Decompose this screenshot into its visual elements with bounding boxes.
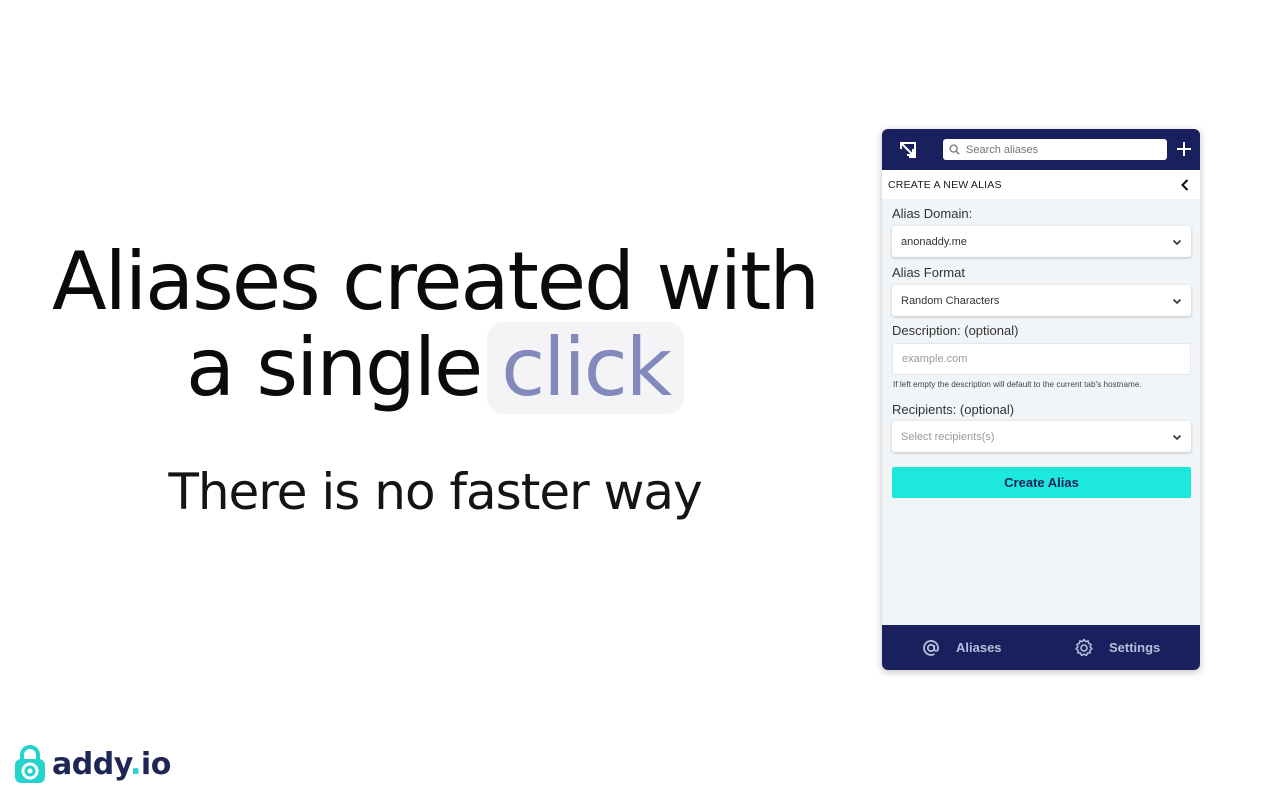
- search-box[interactable]: [943, 139, 1167, 160]
- chevron-down-icon: [1172, 239, 1182, 246]
- nav-aliases-label: Aliases: [956, 640, 1002, 655]
- brand-wordmark: addy.io: [52, 747, 171, 782]
- alias-domain-select[interactable]: anonaddy.me: [892, 226, 1191, 257]
- section-header: CREATE A NEW ALIAS: [882, 170, 1200, 199]
- hero-headline-line2: a single click: [0, 322, 870, 414]
- popup-bottom-nav: Aliases Settings: [882, 625, 1200, 670]
- section-title: CREATE A NEW ALIAS: [888, 178, 1002, 191]
- description-hint: If left empty the description will defau…: [893, 380, 1142, 389]
- brand-tld: io: [140, 746, 171, 782]
- nav-item-aliases[interactable]: Aliases: [921, 625, 1002, 670]
- expand-icon[interactable]: [899, 141, 917, 159]
- brand-logo: addy.io: [14, 744, 171, 784]
- hero-tagline: There is no faster way: [168, 463, 702, 521]
- at-sign-icon: [923, 639, 939, 656]
- search-icon: [949, 144, 960, 155]
- search-input[interactable]: [966, 143, 1156, 156]
- popup-top-bar: [882, 129, 1200, 170]
- hero-headline-prefix: a single: [185, 321, 483, 414]
- hero-headline-highlight: click: [487, 322, 685, 414]
- recipients-placeholder: Select recipients(s): [901, 430, 995, 443]
- padlock-logo-icon: [15, 745, 45, 783]
- gear-icon: [1075, 638, 1093, 656]
- recipients-select[interactable]: Select recipients(s): [892, 421, 1191, 452]
- alias-format-select[interactable]: Random Characters: [892, 285, 1191, 316]
- nav-settings-label: Settings: [1109, 640, 1161, 655]
- hero-headline-line1: Aliases created with: [51, 235, 820, 328]
- extension-popup: CREATE A NEW ALIAS Alias Domain: anonadd…: [882, 129, 1200, 670]
- alias-domain-value: anonaddy.me: [901, 235, 967, 248]
- brand-name: addy: [52, 746, 131, 782]
- alias-format-label: Alias Format: [892, 265, 965, 280]
- recipients-label: Recipients: (optional): [892, 402, 1015, 417]
- nav-item-settings[interactable]: Settings: [1074, 625, 1160, 670]
- create-alias-button[interactable]: Create Alias: [892, 467, 1191, 498]
- chevron-down-icon: [1172, 434, 1182, 441]
- alias-domain-label: Alias Domain:: [892, 206, 973, 221]
- description-input[interactable]: [892, 343, 1191, 375]
- plus-icon[interactable]: [1175, 140, 1193, 158]
- chevron-left-icon[interactable]: [1178, 178, 1192, 192]
- description-label: Description: (optional): [892, 323, 1019, 338]
- alias-format-value: Random Characters: [901, 294, 1000, 307]
- chevron-down-icon: [1172, 298, 1182, 305]
- brand-dot: .: [130, 746, 141, 782]
